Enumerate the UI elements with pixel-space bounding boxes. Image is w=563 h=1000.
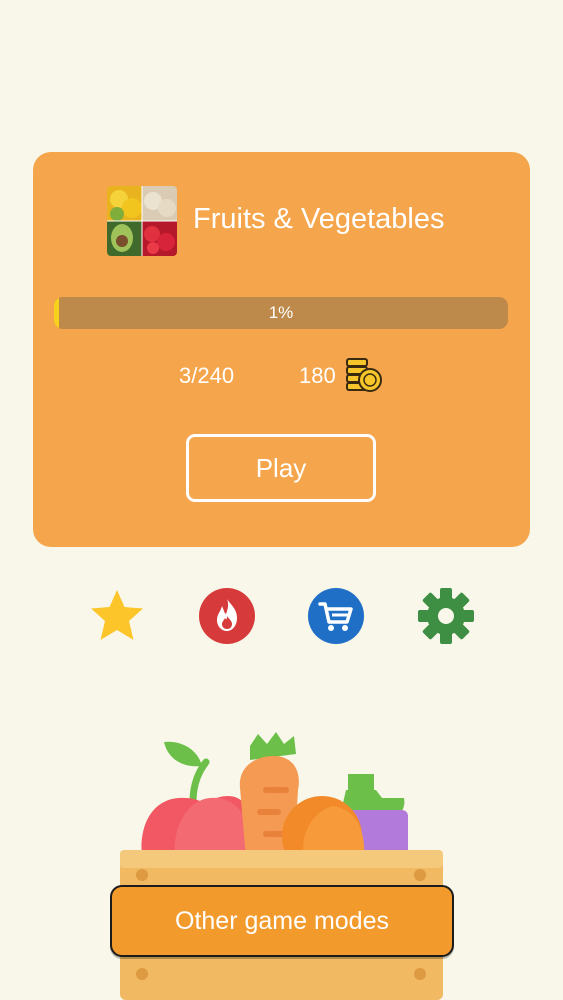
category-thumbnail xyxy=(107,186,177,256)
cart-icon[interactable] xyxy=(307,587,365,645)
progress-bar: 1% xyxy=(54,297,508,329)
category-card: Fruits & Vegetables 1% 3/240 180 Play xyxy=(33,152,530,547)
progress-label: 1% xyxy=(268,303,294,322)
other-game-modes-button[interactable]: Other game modes xyxy=(110,885,454,957)
category-title: Fruits & Vegetables xyxy=(193,203,445,235)
gear-icon[interactable] xyxy=(417,587,475,645)
vegetable-crate-illustration xyxy=(120,732,443,1000)
home-screen: Fruits & Vegetables 1% 3/240 180 Play Ot… xyxy=(0,0,563,1000)
fire-icon[interactable] xyxy=(198,587,256,645)
coins-value: 180 xyxy=(299,363,336,388)
play-button[interactable]: Play xyxy=(186,434,376,502)
star-icon[interactable] xyxy=(88,587,146,645)
coins-icon xyxy=(346,358,382,392)
level-count: 3/240 xyxy=(179,363,235,388)
